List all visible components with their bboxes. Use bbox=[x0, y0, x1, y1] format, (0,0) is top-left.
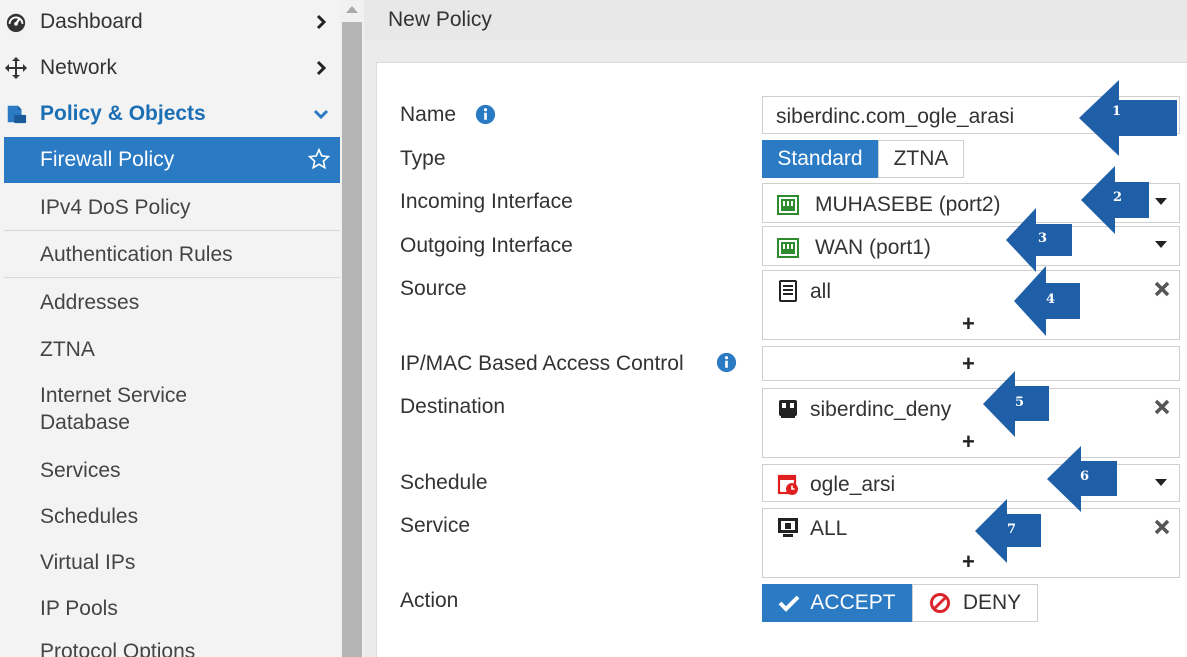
incoming-interface-label: Incoming Interface bbox=[400, 190, 573, 213]
destination-address-field[interactable]: siberdinc_deny + bbox=[762, 388, 1180, 458]
remove-x-icon[interactable] bbox=[1153, 398, 1171, 416]
dashboard-gauge-icon bbox=[4, 10, 28, 34]
source-label: Source bbox=[400, 277, 467, 300]
action-accept-button[interactable]: ACCEPT bbox=[762, 584, 912, 622]
scroll-up-arrow-icon[interactable] bbox=[346, 6, 358, 13]
ipmac-access-control-label: IP/MAC Based Access Control bbox=[400, 352, 684, 375]
network-arrows-icon bbox=[4, 56, 28, 80]
add-plus-icon[interactable]: + bbox=[962, 353, 975, 375]
sidebar-item-label: Firewall Policy bbox=[40, 148, 175, 171]
action-toggle: ACCEPT DENY bbox=[762, 584, 1038, 622]
chevron-down-icon bbox=[313, 109, 329, 120]
source-value: all bbox=[810, 280, 832, 303]
title-bar: New Policy bbox=[364, 0, 1187, 40]
interface-port-icon bbox=[777, 238, 799, 258]
add-plus-icon[interactable]: + bbox=[962, 551, 975, 573]
star-favorite-icon[interactable] bbox=[308, 148, 330, 170]
source-address-field[interactable]: all + bbox=[762, 270, 1180, 340]
sidebar-item-dashboard[interactable]: Dashboard bbox=[0, 0, 340, 44]
sidebar-item-firewall-policy[interactable]: Firewall Policy bbox=[4, 137, 340, 183]
sidebar: Dashboard Network Policy & Objects Firew… bbox=[0, 0, 340, 657]
sidebar-item-services[interactable]: Services bbox=[4, 448, 340, 494]
add-plus-icon[interactable]: + bbox=[962, 313, 975, 335]
callout-arrow-1: 1 bbox=[1079, 80, 1177, 158]
info-icon[interactable] bbox=[475, 104, 496, 125]
sidebar-item-label: Internet Service Database bbox=[40, 384, 188, 434]
sidebar-divider bbox=[4, 230, 340, 231]
dropdown-caret-icon bbox=[1155, 479, 1167, 486]
sidebar-item-schedules[interactable]: Schedules bbox=[4, 494, 340, 540]
type-option-ztna[interactable]: ZTNA bbox=[878, 140, 964, 178]
sidebar-item-ip-pools[interactable]: IP Pools bbox=[4, 586, 340, 632]
destination-label: Destination bbox=[400, 395, 506, 418]
type-option-standard[interactable]: Standard bbox=[762, 140, 878, 178]
name-input-value: siberdinc.com_ogle_arasi bbox=[776, 105, 1015, 128]
service-field[interactable]: ALL + bbox=[762, 508, 1180, 578]
sidebar-item-label: Protocol Options bbox=[40, 640, 196, 657]
type-toggle: Standard ZTNA bbox=[762, 140, 964, 178]
callout-arrow-5: 5 bbox=[983, 371, 1049, 449]
action-label: Action bbox=[400, 589, 459, 612]
remove-x-icon[interactable] bbox=[1153, 518, 1171, 536]
address-object-icon bbox=[779, 400, 797, 418]
add-plus-icon[interactable]: + bbox=[962, 431, 975, 453]
schedule-label: Schedule bbox=[400, 471, 488, 494]
sidebar-item-addresses[interactable]: Addresses bbox=[4, 280, 340, 326]
incoming-interface-value: MUHASEBE (port2) bbox=[815, 193, 1001, 216]
sidebar-item-label: Authentication Rules bbox=[40, 243, 233, 266]
sidebar-item-authentication-rules[interactable]: Authentication Rules bbox=[4, 233, 340, 277]
name-label: Name bbox=[400, 103, 457, 126]
service-value: ALL bbox=[810, 517, 848, 540]
callout-arrow-6: 6 bbox=[1047, 446, 1117, 524]
sidebar-item-label: Network bbox=[40, 56, 118, 79]
action-accept-label: ACCEPT bbox=[810, 591, 896, 614]
sidebar-item-label: Services bbox=[40, 459, 121, 482]
callout-arrow-2: 2 bbox=[1081, 166, 1149, 244]
sidebar-item-label: Dashboard bbox=[40, 10, 143, 33]
scrollbar-thumb[interactable] bbox=[342, 22, 362, 657]
sidebar-item-label: Schedules bbox=[40, 505, 139, 528]
sidebar-section-label: Policy & Objects bbox=[40, 102, 206, 125]
page-title: New Policy bbox=[388, 8, 492, 31]
outgoing-interface-label: Outgoing Interface bbox=[400, 234, 573, 257]
sidebar-item-ipv4-dos-policy[interactable]: IPv4 DoS Policy bbox=[4, 186, 340, 230]
sidebar-divider bbox=[4, 277, 340, 278]
schedule-clock-icon bbox=[777, 474, 798, 495]
sidebar-item-label: IPv4 DoS Policy bbox=[40, 196, 191, 219]
sidebar-item-ztna[interactable]: ZTNA bbox=[4, 327, 340, 373]
policy-objects-icon bbox=[4, 102, 28, 126]
checkmark-icon bbox=[778, 595, 800, 612]
sidebar-item-label: Addresses bbox=[40, 291, 140, 314]
sidebar-item-protocol-options[interactable]: Protocol Options bbox=[4, 634, 340, 657]
service-monitor-icon bbox=[778, 518, 798, 537]
callout-arrow-7: 7 bbox=[975, 499, 1041, 577]
ipmac-access-control-field[interactable]: + bbox=[762, 346, 1180, 381]
schedule-select[interactable]: ogle_arsi bbox=[762, 464, 1180, 502]
type-label: Type bbox=[400, 147, 446, 170]
address-list-icon bbox=[779, 280, 797, 302]
action-deny-label: DENY bbox=[962, 591, 1022, 614]
action-deny-button[interactable]: DENY bbox=[912, 584, 1038, 622]
remove-x-icon[interactable] bbox=[1153, 280, 1171, 298]
interface-port-icon bbox=[777, 195, 799, 215]
sidebar-item-network[interactable]: Network bbox=[0, 46, 340, 90]
sidebar-item-internet-service-database[interactable]: Internet Service Database bbox=[4, 382, 264, 442]
schedule-value: ogle_arsi bbox=[810, 473, 896, 496]
sidebar-section-policy-objects[interactable]: Policy & Objects bbox=[0, 92, 340, 136]
sidebar-item-label: Virtual IPs bbox=[40, 551, 136, 574]
service-label: Service bbox=[400, 514, 471, 537]
dropdown-caret-icon bbox=[1155, 198, 1167, 205]
callout-arrow-4: 4 bbox=[1014, 266, 1080, 344]
info-icon[interactable] bbox=[716, 352, 737, 373]
dropdown-caret-icon bbox=[1155, 241, 1167, 248]
outgoing-interface-value: WAN (port1) bbox=[815, 236, 931, 259]
sidebar-item-label: IP Pools bbox=[40, 597, 118, 620]
deny-circle-slash-icon bbox=[929, 593, 950, 613]
sidebar-item-label: ZTNA bbox=[40, 338, 95, 361]
destination-value: siberdinc_deny bbox=[810, 398, 952, 421]
chevron-right-icon bbox=[316, 60, 327, 76]
chevron-right-icon bbox=[316, 14, 327, 30]
sidebar-item-virtual-ips[interactable]: Virtual IPs bbox=[4, 540, 340, 586]
